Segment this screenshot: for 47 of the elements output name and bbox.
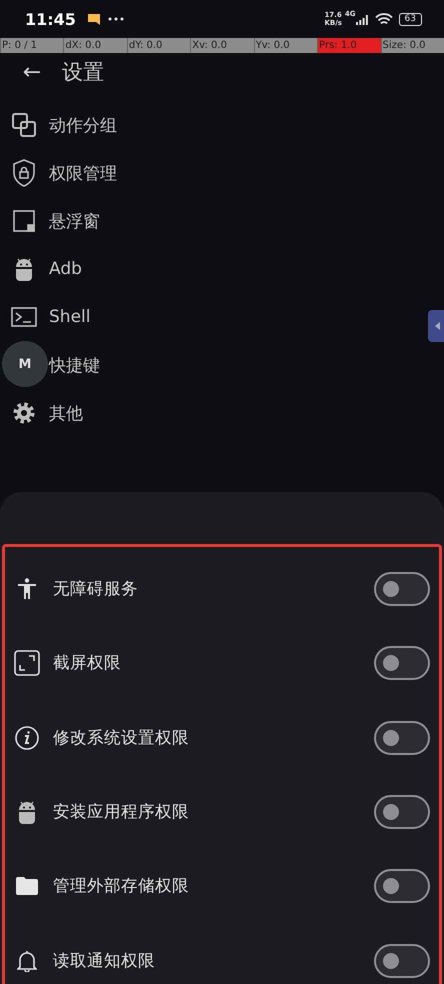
permission-label: 修改系统设置权限: [53, 726, 189, 749]
info-icon: [15, 726, 39, 750]
permission-label: 截屏权限: [53, 652, 121, 674]
settings-icon: [13, 402, 35, 424]
pointer-readout: Size: 0.0: [380, 38, 444, 53]
pointer-readout: Xv: 0.0: [190, 38, 254, 53]
bell-icon: [17, 950, 37, 972]
toggle-switch[interactable]: [374, 869, 430, 904]
android-icon: [17, 800, 37, 824]
menu-item[interactable]: 权限管理: [49, 162, 117, 184]
menu-item[interactable]: 悬浮窗: [49, 210, 100, 232]
android-icon: [14, 257, 34, 281]
menu-item[interactable]: 快捷键: [49, 354, 100, 376]
signal-icon: [356, 15, 368, 25]
menu-item[interactable]: Adb: [49, 259, 82, 279]
pointer-readout: Prs: 1.0: [317, 38, 381, 53]
toggle-switch[interactable]: [374, 572, 430, 606]
toggle-switch[interactable]: [374, 720, 430, 755]
page-title: 设置: [62, 59, 104, 86]
clock: 11:45: [25, 10, 76, 28]
permission-label: 读取通知权限: [53, 950, 155, 972]
menu-item[interactable]: 其他: [49, 402, 83, 424]
terminal-icon: [11, 307, 37, 327]
pointer-readout: dX: 0.0: [63, 38, 127, 53]
permission-label: 安装应用程序权限: [53, 801, 189, 824]
side-handle-icon[interactable]: [428, 310, 444, 342]
permission-label: 无障碍服务: [53, 578, 138, 600]
screenshot-icon: [14, 650, 40, 676]
shield-lock-icon: [12, 159, 36, 187]
permission-label: 管理外部存储权限: [53, 875, 189, 898]
floating-button[interactable]: M: [2, 341, 48, 387]
menu-item[interactable]: Shell: [49, 307, 90, 327]
back-button[interactable]: ←: [20, 60, 44, 84]
overlap-squares-icon: [12, 113, 36, 137]
toggle-switch[interactable]: [374, 646, 430, 680]
pointer-readout: dY: 0.0: [126, 38, 190, 53]
menu-item[interactable]: 动作分组: [49, 114, 117, 136]
more-icon: [108, 17, 124, 21]
pointer-readout: P: 0 / 1: [0, 38, 64, 53]
notification-icon: [88, 14, 100, 24]
folder-icon: [16, 877, 38, 896]
toggle-switch[interactable]: [374, 944, 430, 978]
battery-level: 63: [398, 12, 422, 26]
wifi-icon: [374, 12, 393, 26]
window-icon: [13, 210, 35, 232]
toggle-switch[interactable]: [374, 795, 430, 830]
accessibility-icon: [17, 578, 37, 600]
